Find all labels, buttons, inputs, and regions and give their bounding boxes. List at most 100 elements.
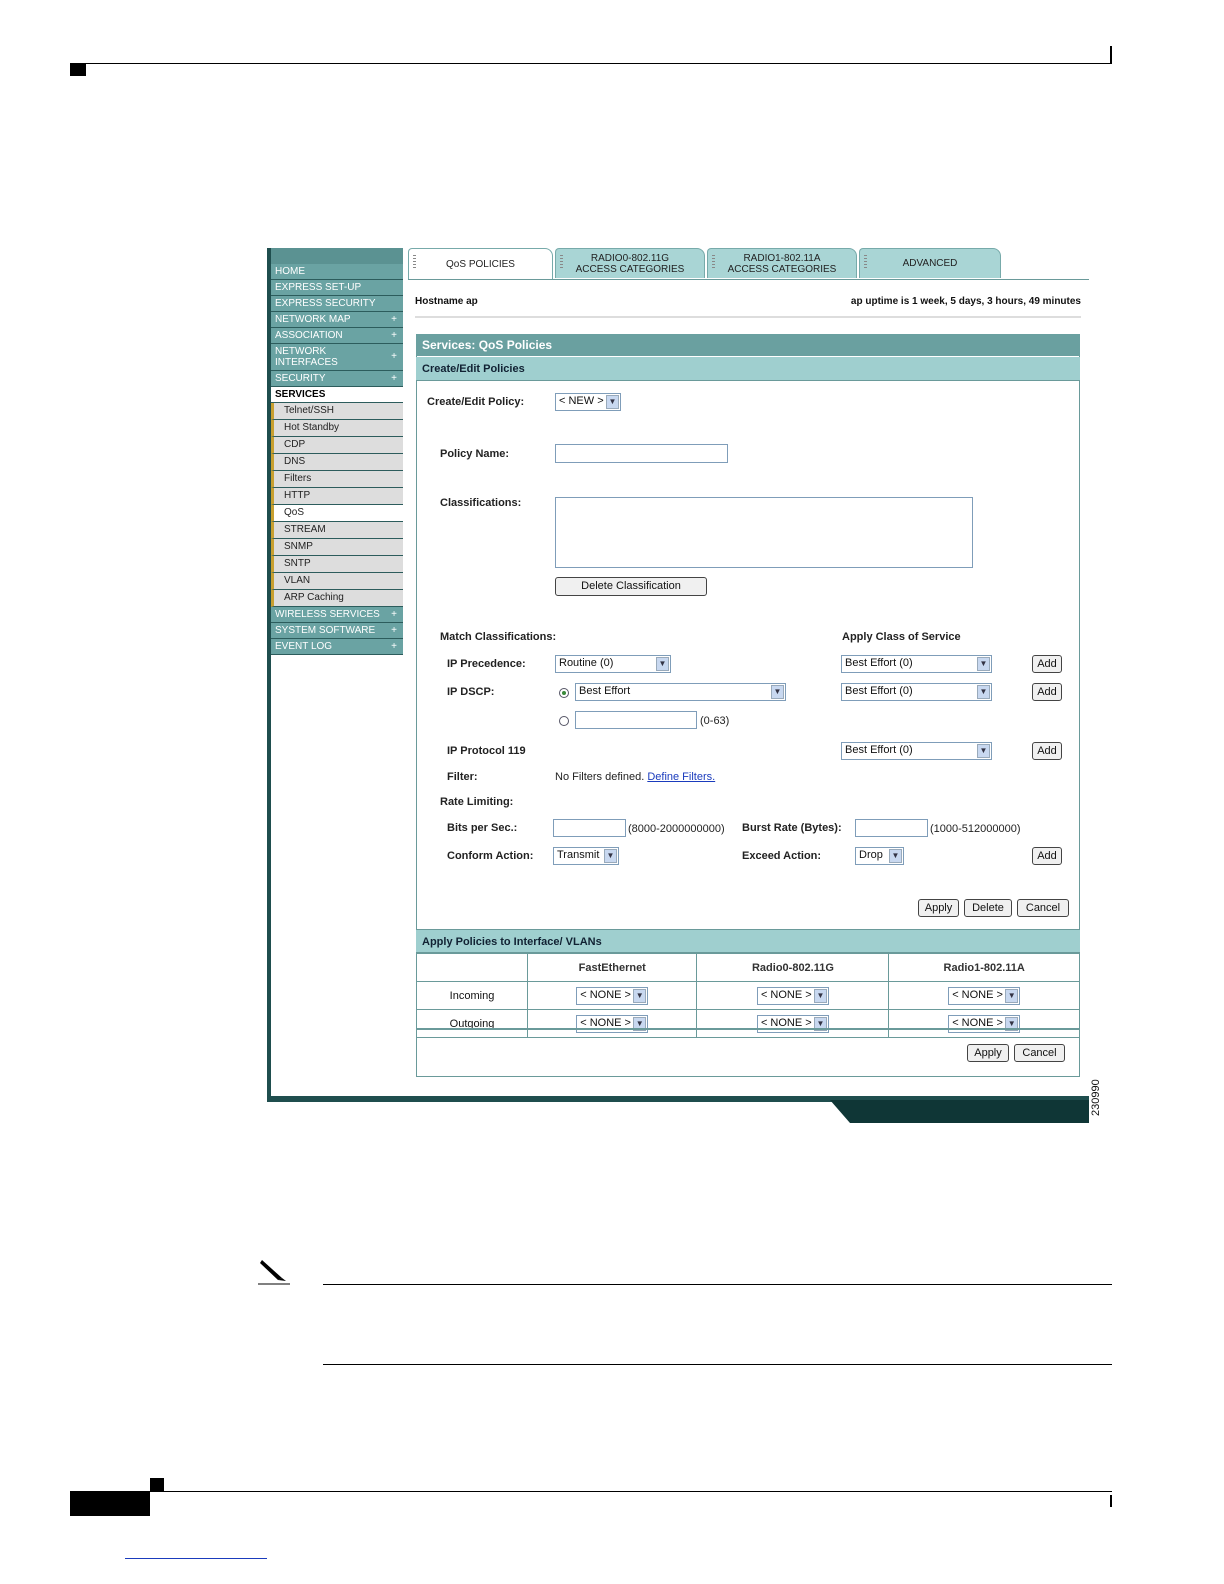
uptime: ap uptime is 1 week, 5 days, 3 hours, 49… bbox=[850, 296, 1081, 307]
sidebar-subitem[interactable]: Telnet/SSH bbox=[271, 403, 403, 420]
sidebar-subitem-qos-selected[interactable]: QoS bbox=[271, 505, 403, 522]
sidebar-section-services[interactable]: SERVICES bbox=[271, 387, 403, 403]
host-divider bbox=[415, 316, 1081, 318]
chevron-down-icon: ▼ bbox=[889, 849, 902, 863]
apply-cos-heading: Apply Class of Service bbox=[842, 631, 961, 643]
filter-label: Filter: bbox=[447, 771, 478, 783]
sidebar-subitem[interactable]: STREAM bbox=[271, 522, 403, 539]
dscp-custom-input[interactable] bbox=[575, 711, 697, 729]
chevron-down-icon: ▼ bbox=[604, 849, 617, 863]
add-ip-precedence-button[interactable]: Add bbox=[1032, 655, 1062, 673]
tab-qos-policies[interactable]: QoS POLICIES bbox=[408, 248, 553, 280]
conform-action-select[interactable]: Transmit ▼ bbox=[553, 847, 619, 865]
tab-grip-icon bbox=[560, 255, 563, 269]
table-cell: < NONE > ▼ bbox=[526, 1009, 698, 1038]
footer-square bbox=[150, 1478, 164, 1492]
classifications-list[interactable] bbox=[555, 497, 973, 568]
incoming-radio0-select[interactable]: < NONE > ▼ bbox=[756, 986, 829, 1005]
apply-policies-heading: Apply Policies to Interface/ VLANs bbox=[416, 929, 1080, 953]
table-row: Incoming < NONE > ▼ < NONE > ▼ < NONE > ▼ bbox=[416, 981, 1080, 1010]
create-edit-policy-select[interactable]: < NEW > ▼ bbox=[555, 393, 621, 411]
ip-dscp-label: IP DSCP: bbox=[447, 686, 495, 698]
row-label: Outgoing bbox=[416, 1009, 528, 1038]
footer-rule bbox=[70, 1491, 1112, 1492]
classifications-label: Classifications: bbox=[440, 497, 522, 509]
delete-button[interactable]: Delete bbox=[964, 899, 1012, 917]
sidebar-item-network-map[interactable]: NETWORK MAP + bbox=[271, 312, 403, 328]
tab-grip-icon bbox=[864, 255, 867, 269]
dscp-list-radio[interactable] bbox=[559, 688, 569, 698]
dscp-custom-radio[interactable] bbox=[559, 716, 569, 726]
tab-radio0-access-categories[interactable]: RADIO0-802.11G ACCESS CATEGORIES bbox=[555, 248, 705, 278]
ip-precedence-cos-select[interactable]: Best Effort (0) ▼ bbox=[841, 655, 992, 673]
sidebar-item-network-interfaces[interactable]: NETWORK INTERFACES + bbox=[271, 344, 403, 371]
ip-dscp-select[interactable]: Best Effort ▼ bbox=[575, 683, 786, 701]
tab-advanced[interactable]: ADVANCED bbox=[859, 248, 1001, 278]
sidebar-item-system-software[interactable]: SYSTEM SOFTWARE + bbox=[271, 623, 403, 639]
note-rule-top bbox=[323, 1284, 1112, 1285]
sidebar-item-association[interactable]: ASSOCIATION + bbox=[271, 328, 403, 344]
chevron-down-icon: ▼ bbox=[1005, 988, 1019, 1003]
sidebar-item-security[interactable]: SECURITY + bbox=[271, 371, 403, 387]
tab-radio1-access-categories[interactable]: RADIO1-802.11A ACCESS CATEGORIES bbox=[707, 248, 857, 278]
apply-policies-table: FastEthernet Radio0-802.11G Radio1-802.1… bbox=[416, 953, 1080, 1038]
ip-precedence-select[interactable]: Routine (0) ▼ bbox=[555, 655, 671, 673]
table-row: Outgoing < NONE > ▼ < NONE > ▼ < NONE > ▼ bbox=[416, 1009, 1080, 1038]
chevron-down-icon: ▼ bbox=[813, 988, 827, 1003]
burst-rate-input[interactable] bbox=[855, 819, 928, 837]
chevron-down-icon: ▼ bbox=[977, 685, 990, 699]
sidebar-subitem[interactable]: Filters bbox=[271, 471, 403, 488]
tab-grip-icon bbox=[712, 255, 715, 269]
apply-policies-apply-button[interactable]: Apply bbox=[967, 1044, 1009, 1062]
incoming-radio1-select[interactable]: < NONE > ▼ bbox=[948, 986, 1021, 1005]
apply-button[interactable]: Apply bbox=[918, 899, 959, 917]
incoming-fastethernet-select[interactable]: < NONE > ▼ bbox=[576, 986, 649, 1005]
policy-name-label: Policy Name: bbox=[440, 448, 510, 460]
ip-dscp-cos-select[interactable]: Best Effort (0) ▼ bbox=[841, 683, 992, 701]
table-header-row: FastEthernet Radio0-802.11G Radio1-802.1… bbox=[416, 953, 1080, 982]
sidebar-item-event-log[interactable]: EVENT LOG + bbox=[271, 639, 403, 655]
pencil-note-icon bbox=[258, 1260, 290, 1285]
sidebar-subitem[interactable]: DNS bbox=[271, 454, 403, 471]
sidebar-item-home[interactable]: HOME bbox=[271, 264, 403, 280]
bits-per-sec-input[interactable] bbox=[553, 819, 626, 837]
sidebar-subitem[interactable]: HTTP bbox=[271, 488, 403, 505]
sidebar-subitem[interactable]: CDP bbox=[271, 437, 403, 454]
table-divider bbox=[416, 1028, 1080, 1030]
sidebar-subitem[interactable]: VLAN bbox=[271, 573, 403, 590]
sidebar-subitem[interactable]: Hot Standby bbox=[271, 420, 403, 437]
dscp-range-hint: (0-63) bbox=[700, 715, 730, 727]
ip-precedence-label: IP Precedence: bbox=[447, 658, 526, 670]
create-edit-label: Create/Edit Policy: bbox=[427, 396, 525, 408]
hostname: Hostname ap bbox=[415, 296, 478, 307]
bits-range-hint: (8000-2000000000) bbox=[628, 823, 725, 835]
sidebar-subitem[interactable]: SNMP bbox=[271, 539, 403, 556]
add-rate-limit-button[interactable]: Add bbox=[1032, 847, 1062, 865]
sidebar-subitem[interactable]: SNTP bbox=[271, 556, 403, 573]
sidebar-item-wireless-services[interactable]: WIRELESS SERVICES + bbox=[271, 607, 403, 623]
ip-protocol-cos-select[interactable]: Best Effort (0) ▼ bbox=[841, 742, 992, 760]
policy-name-input[interactable] bbox=[555, 444, 728, 463]
define-filters-link[interactable]: Define Filters. bbox=[647, 771, 715, 783]
footer-block bbox=[70, 1492, 150, 1516]
exceed-action-select[interactable]: Drop ▼ bbox=[855, 847, 904, 865]
cancel-button[interactable]: Cancel bbox=[1017, 899, 1069, 917]
table-cell: < NONE > ▼ bbox=[888, 981, 1080, 1010]
corner-mark bbox=[1110, 1495, 1112, 1507]
chevron-down-icon: ▼ bbox=[771, 685, 784, 699]
add-ip-dscp-button[interactable]: Add bbox=[1032, 683, 1062, 701]
add-ip-protocol-button[interactable]: Add bbox=[1032, 742, 1062, 760]
footer-link-underline[interactable] bbox=[125, 1558, 267, 1559]
bits-per-sec-label: Bits per Sec.: bbox=[447, 822, 518, 834]
panel-subtitle: Create/Edit Policies bbox=[416, 357, 1080, 381]
apply-policies-cancel-button[interactable]: Cancel bbox=[1014, 1044, 1065, 1062]
tab-grip-icon bbox=[413, 255, 416, 269]
delete-classification-button[interactable]: Delete Classification bbox=[555, 577, 707, 596]
host-status-bar: Hostname ap ap uptime is 1 week, 5 days,… bbox=[415, 296, 1081, 307]
sidebar-item-express-setup[interactable]: EXPRESS SET-UP bbox=[271, 280, 403, 296]
row-label: Incoming bbox=[416, 981, 528, 1010]
sidebar-item-express-security[interactable]: EXPRESS SECURITY bbox=[271, 296, 403, 312]
table-cell: < NONE > ▼ bbox=[696, 981, 890, 1010]
chevron-down-icon: ▼ bbox=[633, 988, 647, 1003]
sidebar-subitem[interactable]: ARP Caching bbox=[271, 590, 403, 607]
